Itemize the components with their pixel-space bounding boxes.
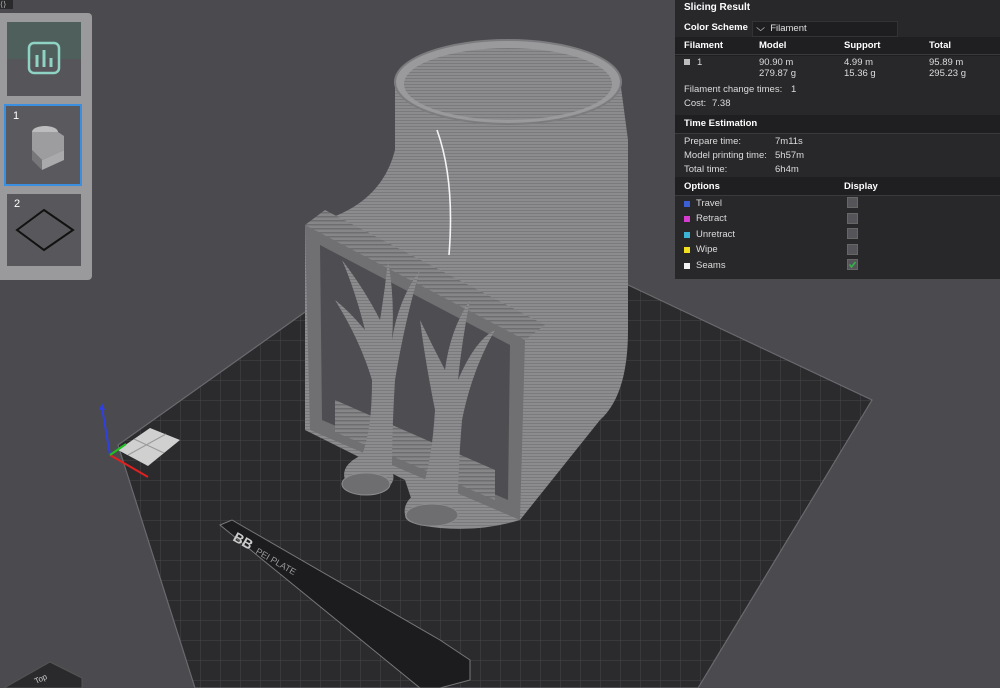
retract-color-swatch [684, 216, 690, 222]
slice-summary-thumbnail[interactable] [7, 22, 81, 96]
total-time-value: 6h4m [775, 164, 799, 175]
chevron-down-icon: ⌵ [756, 23, 765, 34]
option-label: Retract [696, 213, 727, 224]
wipe-display-checkbox[interactable] [847, 244, 858, 255]
seams-display-checkbox[interactable] [847, 259, 858, 270]
time-estimation-title: Time Estimation [684, 118, 758, 129]
unretract-color-swatch [684, 232, 690, 238]
col-model: Model [759, 40, 787, 51]
plate-thumbnail-2[interactable]: 2 [7, 194, 81, 266]
color-scheme-value: Filament [770, 23, 807, 34]
unretract-display-checkbox[interactable] [847, 228, 858, 239]
travel-color-swatch [684, 201, 690, 207]
retract-display-checkbox[interactable] [847, 213, 858, 224]
prepare-time-label: Prepare time: [684, 136, 742, 147]
support-length: 4.99 m [844, 57, 874, 68]
total-time-label: Total time: [684, 164, 728, 175]
model-length: 90.90 m [759, 57, 794, 68]
col-total: Total [929, 40, 951, 51]
col-filament: Filament [684, 40, 724, 51]
total-weight: 295.23 g [929, 68, 966, 79]
support-weight: 15.36 g [844, 68, 876, 79]
checkmark-icon [848, 261, 857, 269]
options-title: Options [684, 181, 720, 192]
display-title: Display [844, 181, 878, 192]
option-label: Wipe [696, 244, 718, 255]
seams-color-swatch [684, 263, 690, 269]
filament-id: 1 [697, 57, 703, 68]
model-weight: 279.87 g [759, 68, 796, 79]
cost-label: Cost: [684, 98, 707, 109]
prepare-time-value: 7m11s [775, 136, 803, 147]
view-cube[interactable]: Top [2, 661, 83, 688]
travel-display-checkbox[interactable] [847, 197, 858, 208]
filament-color-swatch [684, 59, 690, 65]
color-scheme-select[interactable]: ⌵ Filament [752, 21, 898, 37]
filament-change-value: 1 [791, 84, 797, 95]
slice-summary-icon [27, 41, 61, 75]
option-label: Unretract [696, 229, 736, 240]
wipe-color-swatch [684, 247, 690, 253]
plate-thumbnail-panel: 1 2 [0, 13, 92, 280]
object-preview-icon [32, 126, 64, 170]
filament-change-label: Filament change times: [684, 84, 783, 95]
model-print-time-value: 5h57m [775, 150, 805, 161]
option-label: Seams [696, 260, 726, 271]
color-scheme-label: Color Scheme [684, 22, 748, 33]
plate-outline-icon [15, 208, 75, 252]
col-support: Support [844, 40, 881, 51]
model-print-time-label: Model printing time: [684, 150, 767, 161]
slicing-result-panel: Slicing Result Color Scheme Filament Mod… [675, 0, 1000, 279]
option-label: Travel [696, 198, 723, 209]
total-length: 95.89 m [929, 57, 964, 68]
plate-thumbnail-1[interactable]: 1 [4, 104, 82, 186]
collapse-toggle-icon[interactable]: ⟨⟩ [0, 0, 13, 9]
cost-value: 7.38 [712, 98, 731, 109]
panel-title: Slicing Result [684, 2, 751, 13]
